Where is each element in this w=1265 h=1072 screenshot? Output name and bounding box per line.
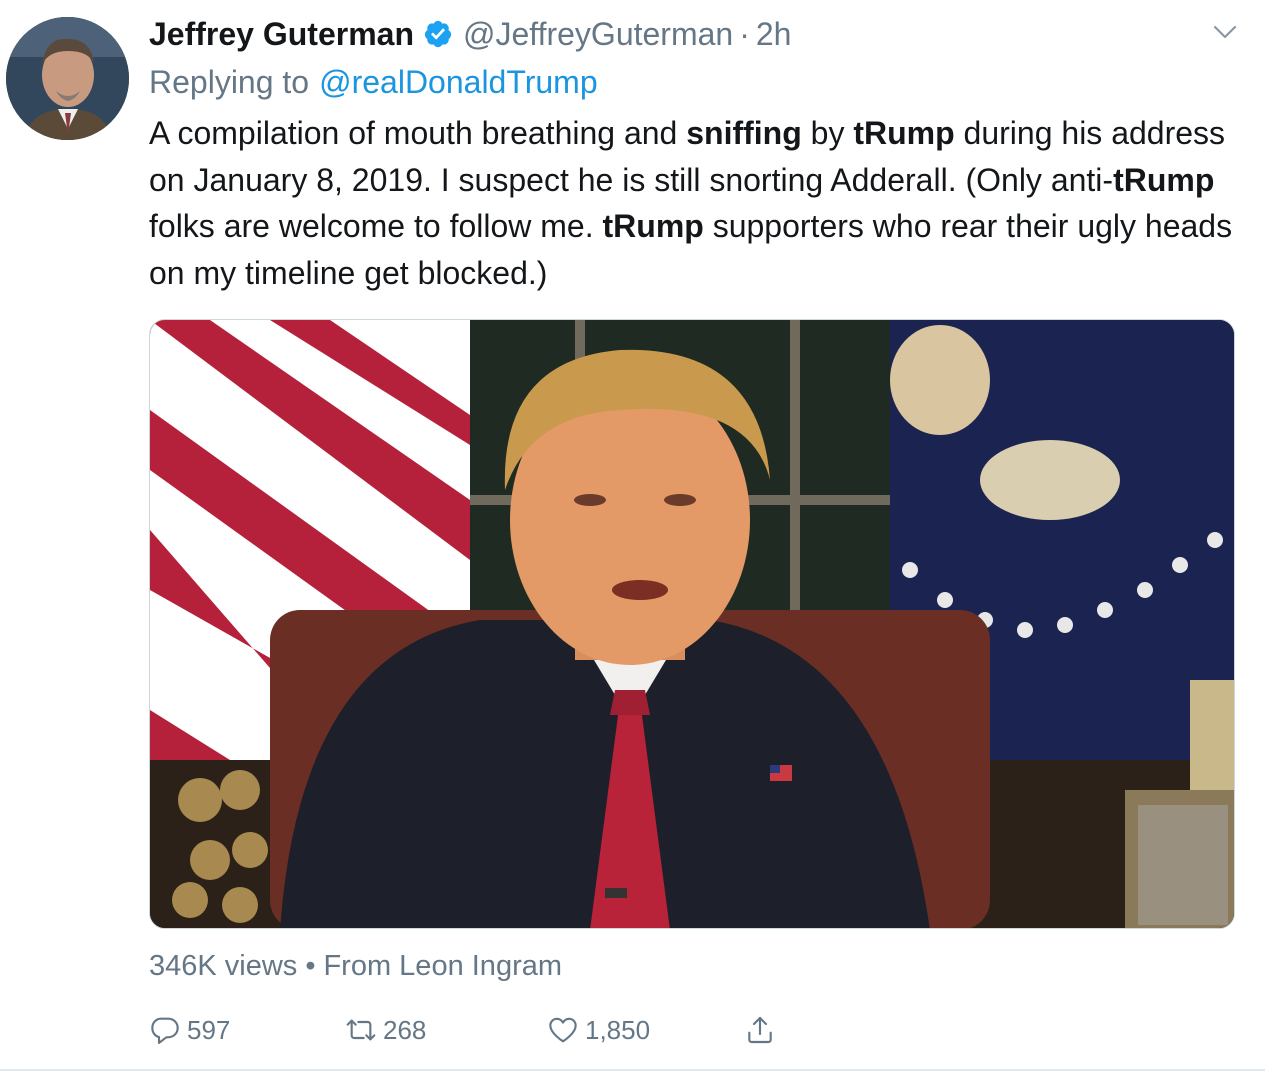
text-bold: tRump <box>602 208 704 244</box>
tweet-header: Jeffrey Guterman @JeffreyGuterman · 2h <box>149 12 791 56</box>
like-count: 1,850 <box>585 1014 651 1045</box>
tweet-text: A compilation of mouth breathing and sni… <box>149 110 1239 296</box>
like-button[interactable]: 1,850 <box>547 1008 650 1052</box>
text-bold: tRump <box>1113 161 1215 198</box>
replying-label: Replying to <box>149 63 310 100</box>
tweet-time[interactable]: 2h <box>756 16 792 53</box>
view-count: 346K views <box>149 949 298 982</box>
retweet-icon <box>346 1019 376 1041</box>
avatar-image <box>6 17 129 140</box>
text-part: by <box>801 115 854 151</box>
video-player[interactable] <box>149 319 1235 929</box>
meta-separator: • <box>305 949 316 982</box>
reply-button[interactable]: 597 <box>149 1008 230 1052</box>
avatar[interactable] <box>6 17 129 140</box>
reply-mention-link[interactable]: @realDonaldTrump <box>319 64 598 101</box>
text-bold: sniffing <box>686 115 802 151</box>
text-bold: tRump <box>853 115 955 151</box>
replying-to: Replying to @realDonaldTrump <box>149 60 598 104</box>
video-meta: 346K views • From Leon Ingram <box>149 944 562 988</box>
display-name[interactable]: Jeffrey Guterman <box>149 16 414 53</box>
retweet-button[interactable]: 268 <box>345 1008 426 1052</box>
share-icon <box>748 1016 772 1044</box>
chevron-down-icon[interactable] <box>1213 24 1237 40</box>
header-separator: · <box>739 15 750 52</box>
heart-icon <box>549 1017 577 1043</box>
text-part: A compilation of mouth breathing and <box>149 115 687 151</box>
video-source[interactable]: From Leon Ingram <box>323 950 562 983</box>
user-handle[interactable]: @JeffreyGuterman <box>463 16 733 53</box>
verified-badge-icon <box>423 19 453 49</box>
video-thumbnail <box>150 320 1234 928</box>
reply-count: 597 <box>187 1014 231 1045</box>
retweet-count: 268 <box>383 1014 427 1045</box>
reply-icon <box>151 1017 179 1044</box>
share-button[interactable] <box>744 1008 782 1052</box>
text-part: folks are welcome to follow me. <box>149 208 603 244</box>
tweet-divider <box>0 1069 1265 1071</box>
